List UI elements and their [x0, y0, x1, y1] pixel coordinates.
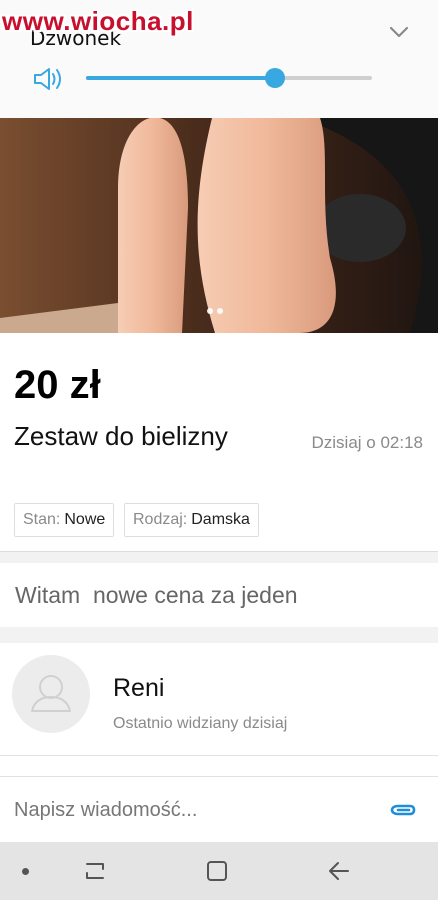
volume-slider[interactable] — [86, 68, 372, 88]
photo-page-indicator — [207, 308, 223, 314]
volume-slider-fill — [86, 76, 275, 80]
tag-condition-value: Nowe — [64, 511, 106, 528]
seller-last-seen: Ostatnio widziany dzisiaj — [113, 715, 288, 732]
page-dot — [217, 308, 223, 314]
message-input[interactable] — [14, 795, 374, 825]
system-nav-bar — [0, 842, 438, 900]
message-text: Witam nowe cena za jeden — [15, 582, 298, 608]
recents-icon[interactable] — [83, 860, 107, 882]
seller-name: Reni — [113, 674, 165, 702]
page-dot — [207, 308, 213, 314]
tag-type-label: Rodzaj: — [133, 511, 188, 528]
avatar[interactable] — [12, 655, 90, 733]
back-icon[interactable] — [327, 859, 351, 883]
volume-slider-thumb[interactable] — [264, 68, 285, 88]
listing-details: 20 zł Zestaw do bielizny Dzisiaj o 02:18… — [0, 333, 438, 552]
paperclip-icon[interactable] — [389, 799, 417, 821]
tag-type-value: Damska — [191, 511, 250, 528]
tag-condition-label: Stan: — [23, 511, 61, 528]
product-photo-image — [0, 118, 438, 333]
nav-dot-icon[interactable] — [22, 868, 29, 875]
compose-bar — [0, 776, 438, 843]
listing-date: Dzisiaj o 02:18 — [311, 433, 423, 452]
seller-card[interactable]: Reni Ostatnio widziany dzisiaj — [0, 643, 438, 756]
tag-condition: Stan: Nowe — [14, 503, 115, 537]
tag-type: Rodzaj: Damska — [124, 503, 259, 537]
speaker-icon[interactable] — [33, 66, 65, 92]
product-photo[interactable] — [0, 118, 438, 333]
listing-title: Zestaw do bielizny — [14, 421, 228, 451]
next-row-edge — [0, 756, 438, 776]
home-icon[interactable] — [205, 859, 229, 883]
message-row: Witam nowe cena za jeden — [0, 563, 438, 627]
user-placeholder-icon — [31, 675, 71, 712]
watermark: www.wiocha.pl — [2, 6, 194, 36]
chevron-down-icon[interactable] — [388, 24, 410, 40]
price: 20 zł — [14, 363, 101, 407]
